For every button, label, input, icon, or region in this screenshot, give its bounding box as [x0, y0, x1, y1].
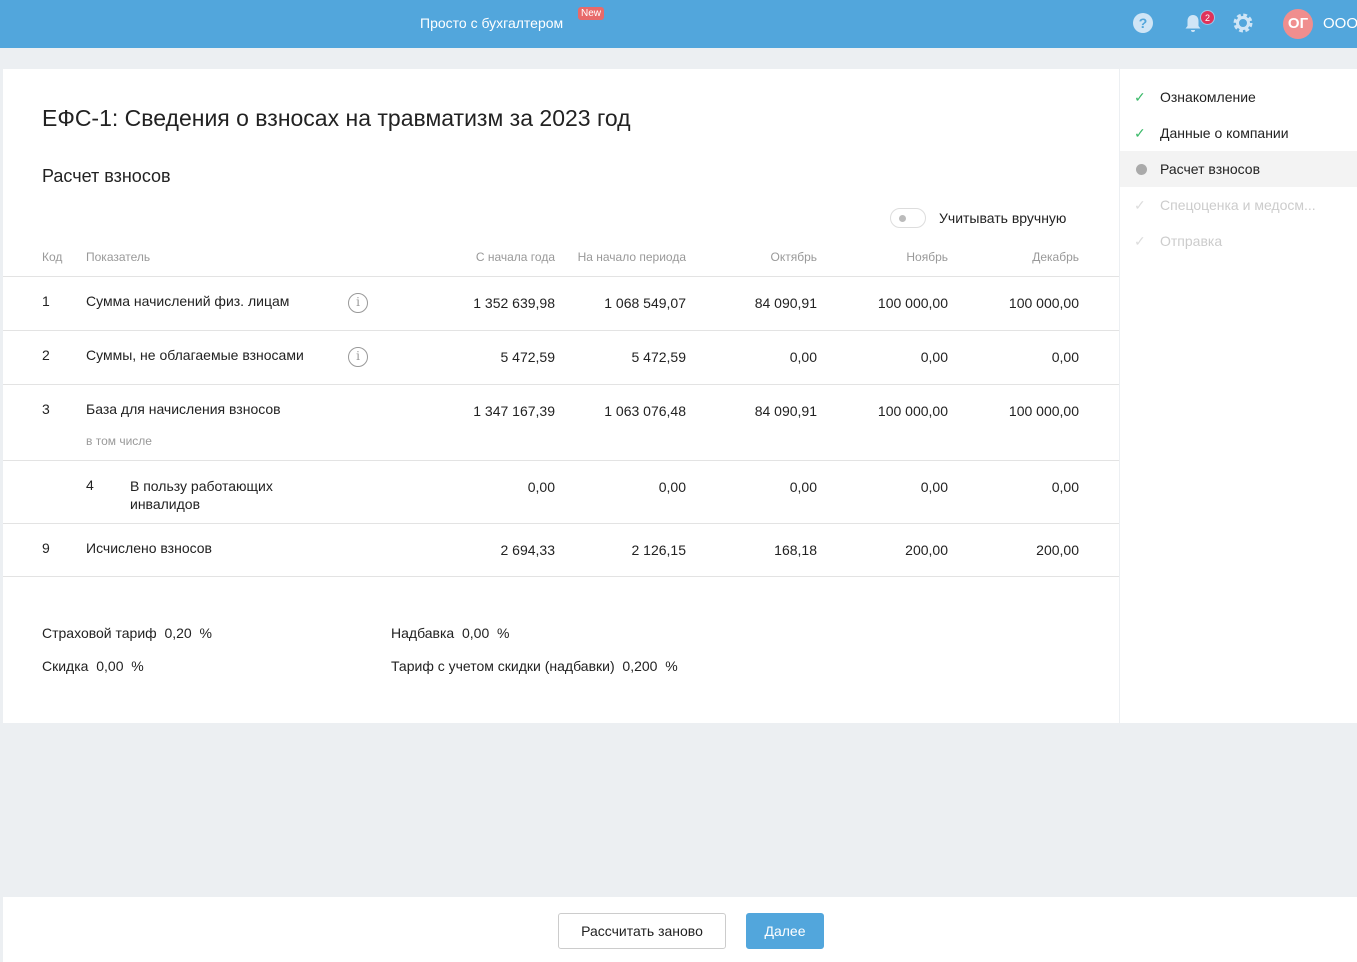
help-icon[interactable]: ?: [1132, 12, 1154, 34]
check-icon: ✓: [1134, 125, 1146, 141]
surcharge: Надбавка 0,00 %: [391, 625, 509, 641]
table-row: 4 В пользу работающих инвалидов 0,00 0,0…: [3, 460, 1119, 523]
label: Надбавка: [391, 625, 455, 641]
section-title: Расчет взносов: [42, 166, 171, 186]
cell-value: 1 352 639,98: [473, 295, 555, 311]
cell-value: 200,00: [905, 542, 948, 558]
value: 0,20: [164, 625, 192, 641]
row-note: в том числе: [86, 434, 152, 448]
col-ytd: С начала года: [475, 250, 555, 264]
manual-toggle-label: Учитывать вручную: [939, 210, 1067, 226]
org-name[interactable]: ООО: [1323, 15, 1357, 32]
col-november: Ноябрь: [906, 250, 948, 264]
cell-value: 2 694,33: [500, 542, 556, 558]
row-label: Суммы, не облагаемые взносами: [86, 347, 304, 363]
cell-value: 0,00: [789, 479, 817, 495]
step-label: Данные о компании: [1160, 125, 1289, 141]
cell-value: 0,00: [920, 479, 948, 495]
cell-value: 1 347 167,39: [473, 403, 555, 419]
label: Страховой тариф: [42, 625, 157, 641]
cell-value: 0,00: [1051, 349, 1079, 365]
cell-value: 100 000,00: [1008, 295, 1079, 311]
steps-sidebar: ✓ Ознакомление ✓ Данные о компании Расчет …: [1120, 69, 1357, 723]
cell-value: 84 090,91: [754, 295, 817, 311]
svg-text:?: ?: [1139, 15, 1148, 31]
step-company[interactable]: ✓ Данные о компании: [1120, 115, 1357, 151]
table-row: 2 Суммы, не облагаемые взносами i 5 472,…: [3, 330, 1119, 384]
col-indicator: Показатель: [86, 250, 151, 264]
page-title: ЕФС-1: Сведения о взносах на травматизм …: [42, 105, 631, 131]
info-icon[interactable]: i: [348, 347, 368, 367]
row-code: 2: [42, 347, 50, 363]
cell-value: 0,00: [658, 479, 686, 495]
step-special[interactable]: ✓ Спецоценка и медосм...: [1120, 187, 1357, 223]
unit: %: [665, 658, 678, 674]
top-bar: Просто с бухгалтером New ? 2 ОГ ООО: [0, 0, 1357, 48]
cell-value: 1 063 076,48: [604, 403, 686, 419]
col-period-start: На начало периода: [577, 250, 686, 264]
row-label: Сумма начислений физ. лицам: [86, 293, 290, 309]
info-icon[interactable]: i: [348, 293, 368, 313]
row-label: В пользу работающих инвалидов: [130, 478, 273, 512]
unit: %: [131, 658, 144, 674]
notification-count: 2: [1200, 10, 1215, 25]
col-code: Код: [42, 250, 63, 264]
row-label: База для начисления взносов: [86, 401, 281, 417]
check-icon: ✓: [1134, 89, 1146, 105]
col-december: Декабрь: [1032, 250, 1079, 264]
step-label: Отправка: [1160, 233, 1223, 249]
footer-bar: Рассчитать заново Далее: [3, 897, 1357, 962]
row-label: Исчислено взносов: [86, 540, 212, 556]
step-label: Расчет взносов: [1160, 161, 1261, 177]
check-icon: ✓: [1134, 197, 1146, 213]
step-intro[interactable]: ✓ Ознакомление: [1120, 79, 1357, 115]
new-badge: New: [578, 7, 605, 20]
label: Скидка: [42, 658, 89, 674]
unit: %: [497, 625, 510, 641]
step-label: Спецоценка и медосм...: [1160, 197, 1316, 213]
cell-value: 1 068 549,07: [604, 295, 686, 311]
label: Тариф с учетом скидки (надбавки): [391, 658, 615, 674]
avatar[interactable]: ОГ: [1283, 9, 1313, 39]
final-rate: Тариф с учетом скидки (надбавки) 0,200 %: [391, 658, 678, 674]
cell-value: 2 126,15: [631, 542, 687, 558]
brand-link[interactable]: Просто с бухгалтером: [420, 15, 563, 31]
cell-value: 0,00: [527, 479, 555, 495]
unit: %: [199, 625, 212, 641]
table-row: 1 Сумма начислений физ. лицам i 1 352 63…: [3, 276, 1119, 330]
next-button[interactable]: Далее: [746, 913, 824, 949]
step-send[interactable]: ✓ Отправка: [1120, 223, 1357, 259]
discount: Скидка 0,00 %: [42, 658, 144, 674]
cell-value: 200,00: [1036, 542, 1079, 558]
current-dot-icon: [1136, 164, 1147, 175]
cell-value: 100 000,00: [1008, 403, 1079, 419]
row-code: 1: [42, 293, 50, 309]
cell-value: 0,00: [789, 349, 817, 365]
cell-value: 100 000,00: [877, 403, 948, 419]
step-label: Ознакомление: [1160, 89, 1256, 105]
cell-value: 5 472,59: [500, 349, 556, 365]
check-icon: ✓: [1134, 233, 1146, 249]
manual-toggle[interactable]: [890, 208, 926, 228]
table-row: 3 База для начисления взносов в том числ…: [3, 384, 1119, 460]
cell-value: 0,00: [1051, 479, 1079, 495]
row-code: 4: [86, 477, 94, 493]
cell-value: 100 000,00: [877, 295, 948, 311]
col-october: Октябрь: [770, 250, 817, 264]
cell-value: 84 090,91: [754, 403, 817, 419]
value: 0,200: [622, 658, 658, 674]
recalculate-button[interactable]: Рассчитать заново: [558, 913, 726, 949]
row-code: 3: [42, 401, 50, 417]
gear-icon[interactable]: [1232, 12, 1254, 34]
cell-value: 168,18: [774, 542, 817, 558]
cell-value: 5 472,59: [631, 349, 687, 365]
insurance-rate: Страховой тариф 0,20 %: [42, 625, 212, 641]
table-row: 9 Исчислено взносов 2 694,33 2 126,15 16…: [3, 523, 1119, 577]
value: 0,00: [96, 658, 124, 674]
main-card: ЕФС-1: Сведения о взносах на травматизм …: [3, 69, 1119, 723]
step-calc[interactable]: Расчет взносов: [1120, 151, 1357, 187]
cell-value: 0,00: [920, 349, 948, 365]
value: 0,00: [462, 625, 490, 641]
row-code: 9: [42, 540, 50, 556]
